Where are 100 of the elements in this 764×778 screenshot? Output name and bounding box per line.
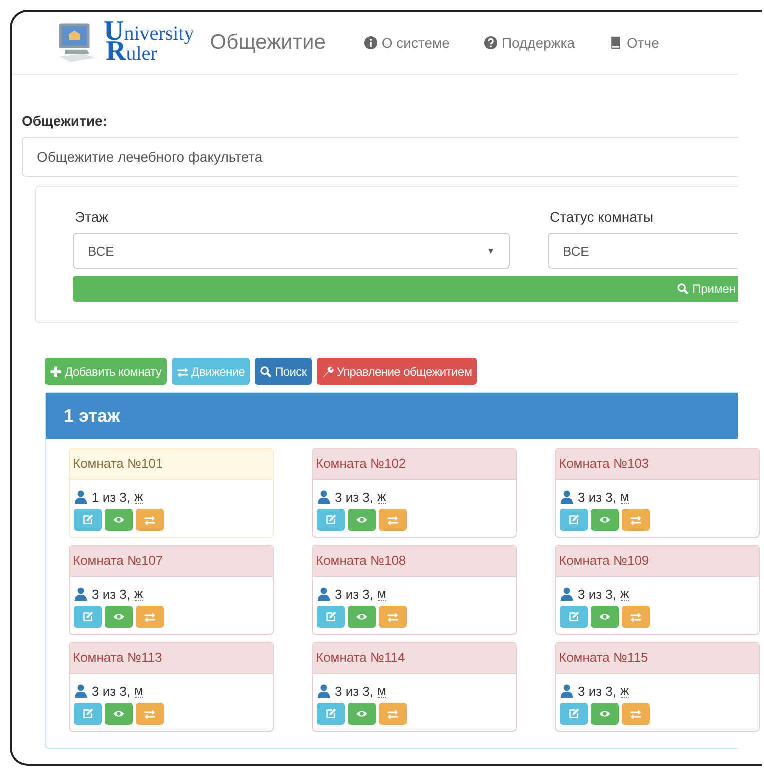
nav-link[interactable]: Отче bbox=[609, 35, 660, 51]
panel-heading: 1 этаж bbox=[46, 393, 738, 439]
view-button[interactable] bbox=[348, 606, 376, 628]
caret-icon bbox=[487, 248, 495, 254]
arrows-icon bbox=[387, 708, 399, 720]
edit-button[interactable] bbox=[317, 509, 345, 531]
nav-link[interactable]: Поддержка bbox=[484, 35, 575, 51]
floor-select[interactable]: ВСЕ bbox=[73, 233, 510, 269]
person-icon bbox=[317, 684, 331, 698]
info-icon bbox=[364, 36, 378, 50]
edit-icon bbox=[82, 611, 94, 623]
dormitory-select[interactable]: Общежитие лечебного факультета bbox=[22, 137, 738, 177]
move-button[interactable] bbox=[136, 509, 164, 531]
occupancy-text: 3 из 3, bbox=[335, 586, 374, 602]
status-select[interactable]: ВСЕ bbox=[548, 233, 738, 269]
field-label: Статус комнаты bbox=[550, 209, 655, 225]
view-button[interactable] bbox=[105, 703, 133, 725]
room-title: Комната №101 bbox=[70, 449, 273, 480]
toolbar-button[interactable]: Управление общежитием bbox=[316, 358, 478, 385]
person-icon bbox=[317, 490, 331, 504]
person-icon bbox=[74, 684, 88, 698]
gender-abbr: ж bbox=[134, 587, 144, 601]
view-button[interactable] bbox=[348, 509, 376, 531]
edit-icon bbox=[325, 708, 337, 720]
room-title: Комната №108 bbox=[313, 546, 516, 577]
gender-abbr: ж bbox=[378, 490, 386, 504]
edit-button[interactable] bbox=[74, 703, 102, 725]
edit-button[interactable] bbox=[74, 509, 102, 531]
move-button[interactable] bbox=[379, 509, 407, 531]
gender-abbr: м bbox=[378, 587, 386, 601]
edit-icon bbox=[325, 514, 337, 526]
plus-icon bbox=[50, 366, 62, 378]
occupancy-text: 3 из 3, bbox=[335, 684, 374, 698]
eye-icon bbox=[599, 611, 611, 623]
book-icon bbox=[609, 36, 623, 50]
person-icon bbox=[560, 587, 574, 601]
view-button[interactable] bbox=[348, 703, 376, 725]
eye-icon bbox=[599, 514, 611, 526]
edit-button[interactable] bbox=[560, 606, 588, 628]
move-button[interactable] bbox=[379, 703, 407, 725]
view-button[interactable] bbox=[105, 606, 133, 628]
edit-button[interactable] bbox=[317, 606, 345, 628]
wrench-icon bbox=[322, 366, 334, 378]
nav-link[interactable]: О системе bbox=[364, 35, 450, 51]
edit-button[interactable] bbox=[74, 606, 102, 628]
eye-icon bbox=[113, 708, 125, 720]
edit-icon bbox=[82, 514, 94, 526]
gender-abbr: м bbox=[134, 684, 144, 698]
edit-icon bbox=[568, 514, 580, 526]
help-icon bbox=[484, 36, 498, 50]
room-title: Комната №109 bbox=[556, 546, 759, 577]
view-button[interactable] bbox=[591, 703, 619, 725]
room-title: Комната №102 bbox=[313, 449, 516, 480]
edit-icon bbox=[568, 708, 580, 720]
move-button[interactable] bbox=[379, 606, 407, 628]
person-icon bbox=[317, 587, 331, 601]
toolbar-button[interactable]: Добавить комнату bbox=[45, 358, 167, 385]
arrows-icon bbox=[387, 514, 399, 526]
arrows-icon bbox=[144, 611, 156, 623]
edit-icon bbox=[568, 611, 580, 623]
edit-button[interactable] bbox=[560, 703, 588, 725]
edit-button[interactable] bbox=[317, 703, 345, 725]
eye-icon bbox=[356, 514, 368, 526]
room-title: Комната №103 bbox=[556, 449, 759, 480]
gender-abbr: м bbox=[378, 684, 386, 698]
move-button[interactable] bbox=[622, 606, 650, 628]
room-title: Комната №115 bbox=[556, 643, 759, 674]
occupancy-text: 3 из 3, bbox=[335, 490, 374, 504]
move-button[interactable] bbox=[136, 606, 164, 628]
person-icon bbox=[560, 684, 574, 698]
arrows-icon bbox=[630, 708, 642, 720]
search-icon bbox=[677, 283, 690, 295]
eye-icon bbox=[356, 708, 368, 720]
occupancy-text: 1 из 3, bbox=[92, 490, 131, 504]
gender-abbr: ж bbox=[620, 587, 630, 601]
eye-icon bbox=[599, 708, 611, 720]
arrows-icon bbox=[630, 514, 642, 526]
toolbar-button[interactable]: Поиск bbox=[255, 358, 312, 385]
occupancy-text: 3 из 3, bbox=[578, 586, 617, 602]
eye-icon bbox=[113, 611, 125, 623]
move-button[interactable] bbox=[622, 509, 650, 531]
view-button[interactable] bbox=[105, 509, 133, 531]
occupancy-text: 3 из 3, bbox=[92, 684, 131, 698]
view-button[interactable] bbox=[591, 606, 619, 628]
move-button[interactable] bbox=[622, 703, 650, 725]
arrows-icon bbox=[387, 611, 399, 623]
arrows-icon bbox=[144, 708, 156, 720]
eye-icon bbox=[356, 611, 368, 623]
move-button[interactable] bbox=[136, 703, 164, 725]
edit-button[interactable] bbox=[560, 509, 588, 531]
person-icon bbox=[74, 587, 88, 601]
edit-icon bbox=[325, 611, 337, 623]
brand-link[interactable]: Общежитие bbox=[210, 31, 326, 55]
room-title: Комната №113 bbox=[70, 643, 273, 674]
field-label: Общежитие: bbox=[22, 113, 108, 129]
view-button[interactable] bbox=[591, 509, 619, 531]
occupancy-text: 3 из 3, bbox=[578, 490, 617, 504]
room-title: Комната №107 bbox=[70, 546, 273, 577]
arrows-icon bbox=[630, 611, 642, 623]
apply-button[interactable]: Примен bbox=[73, 276, 738, 302]
